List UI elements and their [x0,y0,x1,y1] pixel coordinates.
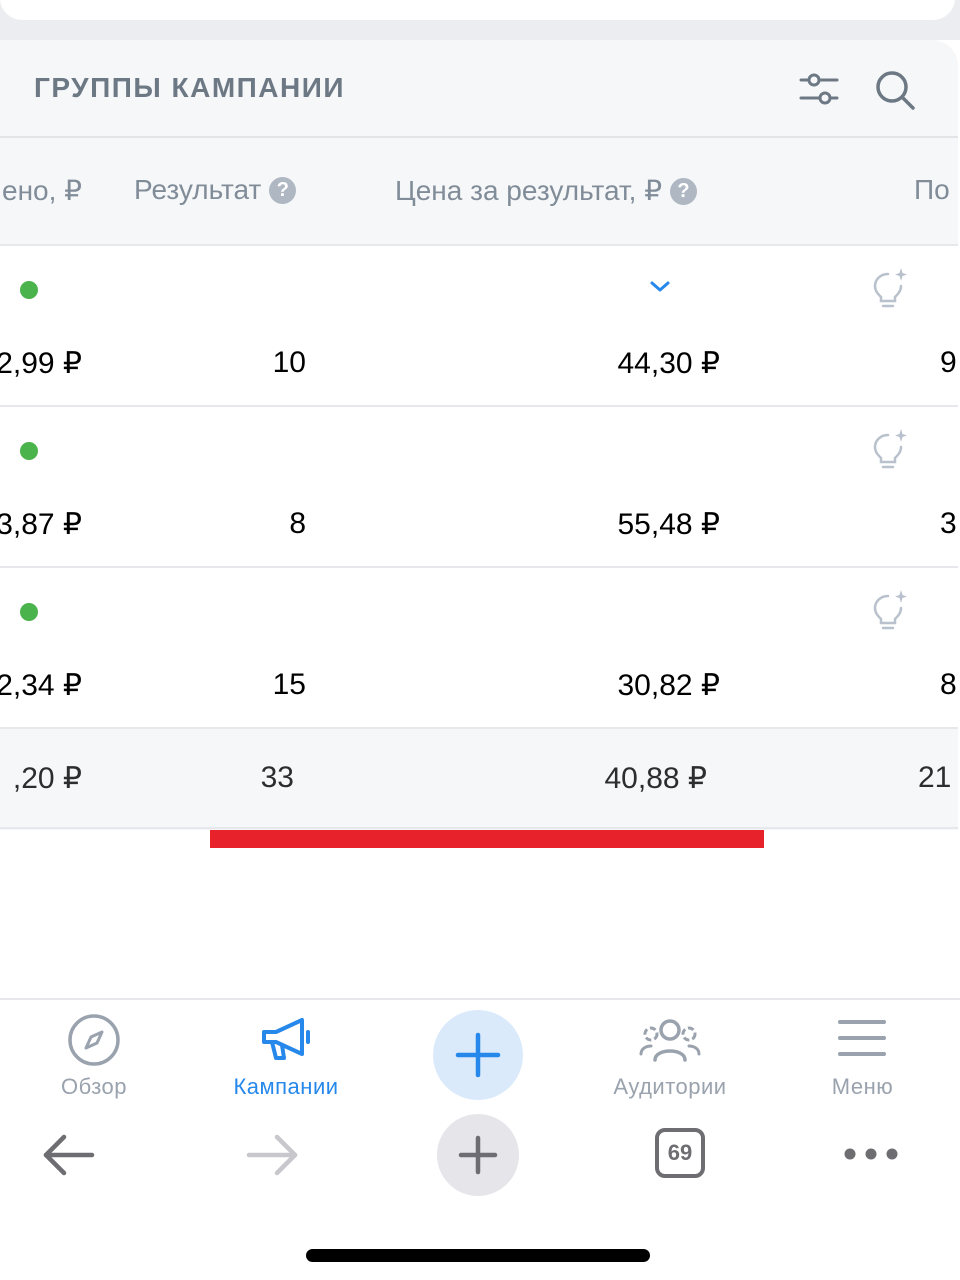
annotation-underline [210,830,764,848]
cell-price: 55,48 ₽ [617,508,721,541]
column-price[interactable]: Цена за результат, ₽? [395,174,698,207]
status-dot [20,442,38,460]
column-header-row: ено, ₽ Результат? Цена за результат, ₽? … [0,138,958,246]
cell-more: 3 [940,507,957,540]
tab-campaigns[interactable]: Кампании [188,1000,384,1106]
table-row[interactable]: 3,87 ₽ 8 55,48 ₽ 3 [0,407,958,568]
megaphone-icon [262,1018,310,1060]
status-dot [20,281,38,299]
lightbulb-icon[interactable] [870,427,910,471]
menu-icon [838,1020,886,1056]
tab-overview[interactable]: Обзор [0,1000,188,1106]
back-arrow-icon[interactable] [40,1130,96,1180]
page-title: ГРУППЫ КАМПАНИИ [34,72,345,103]
totals-row: ,20 ₽ 33 40,88 ₽ 21 [0,729,958,829]
cell-result: 8 [289,507,306,540]
cell-price: 44,30 ₽ [617,347,721,380]
search-icon[interactable] [873,68,917,112]
cell-price: 30,82 ₽ [617,669,721,702]
help-icon[interactable]: ? [269,177,297,204]
column-more[interactable]: По [914,174,950,206]
top-card [0,0,955,20]
cell-spent: 2,99 ₽ [0,347,82,380]
cell-more: 9 [940,346,957,379]
cell-more: 8 [940,668,957,701]
tab-audiences[interactable]: Аудитории [575,1000,765,1106]
cell-spent: 2,34 ₽ [0,669,82,702]
plus-icon [458,1135,498,1175]
new-tab-button[interactable] [437,1114,519,1196]
status-dot [20,603,38,621]
home-indicator [306,1249,650,1262]
tab-menu[interactable]: Меню [765,1000,960,1106]
total-more: 21 [918,761,952,794]
total-spent: ,20 ₽ [12,762,82,795]
app-tab-bar: Обзор Кампании Аудитории Меню [0,998,960,1108]
total-price: 40,88 ₽ [604,762,708,795]
column-spent[interactable]: ено, ₽ [2,174,82,207]
cell-spent: 3,87 ₽ [0,508,82,541]
more-dots-icon[interactable] [842,1146,900,1162]
table-row[interactable]: 2,34 ₽ 15 30,82 ₽ 8 [0,568,958,729]
cell-result: 10 [272,346,306,379]
plus-icon [455,1032,501,1078]
add-button[interactable] [433,1010,523,1100]
users-icon [639,1019,701,1062]
lightbulb-icon[interactable] [870,266,910,310]
cell-result: 15 [272,668,306,701]
compass-icon [68,1014,120,1066]
total-result: 33 [260,761,294,794]
help-icon[interactable]: ? [670,178,698,205]
forward-arrow-icon[interactable] [245,1130,301,1180]
table-body: 2,99 ₽ 10 44,30 ₽ 9 3,87 ₽ 8 55,48 ₽ 3 2… [0,246,958,829]
table-row[interactable]: 2,99 ₽ 10 44,30 ₽ 9 [0,246,958,407]
campaign-groups-panel: ГРУППЫ КАМПАНИИ ено, ₽ Результат? Цена з… [0,40,958,830]
panel-header: ГРУППЫ КАМПАНИИ [0,40,958,138]
tabs-count-button[interactable]: 69 [655,1128,705,1178]
lightbulb-icon[interactable] [870,588,910,632]
chevron-down-icon[interactable] [649,280,671,294]
column-result[interactable]: Результат? [134,174,297,206]
filter-icon[interactable] [797,68,841,112]
